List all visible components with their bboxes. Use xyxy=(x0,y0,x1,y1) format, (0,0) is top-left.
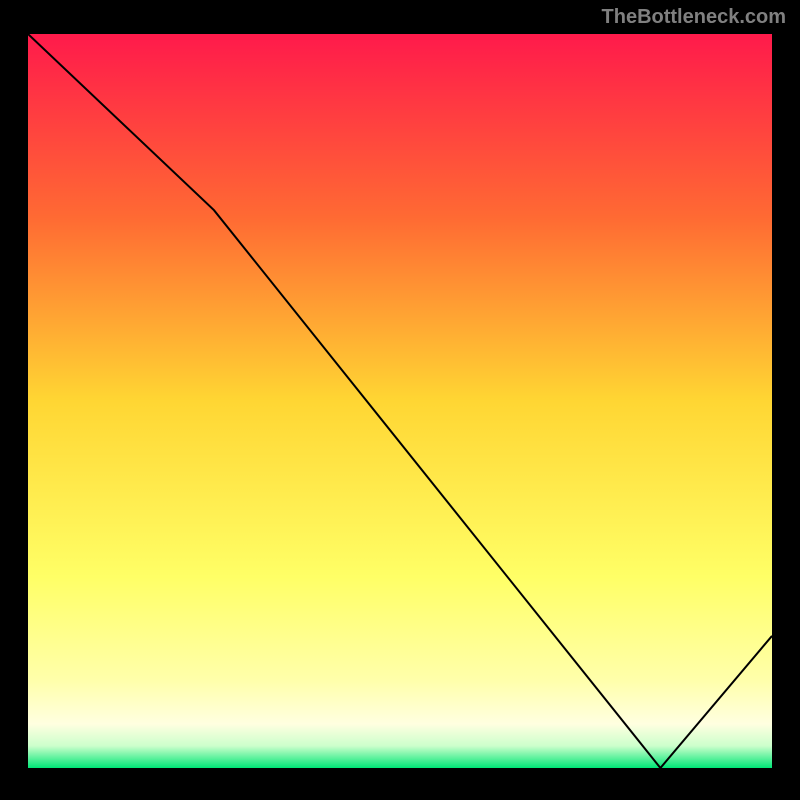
gradient-background xyxy=(28,34,772,768)
chart-canvas xyxy=(28,34,772,768)
chart-frame xyxy=(26,32,774,770)
attribution-text: TheBottleneck.com xyxy=(602,6,786,29)
